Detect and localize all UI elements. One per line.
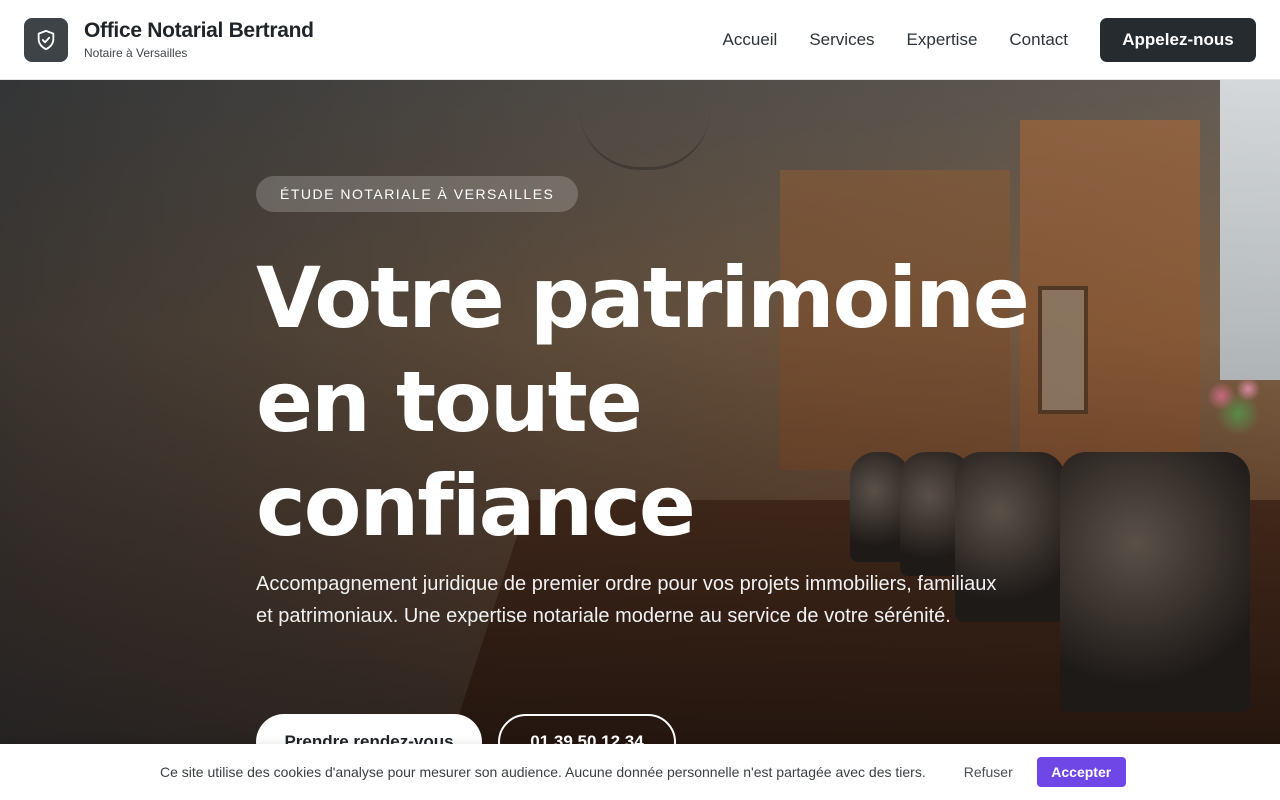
- hero-chair: [1060, 452, 1250, 712]
- shield-check-icon: [37, 29, 55, 50]
- cookie-text: Ce site utilise des cookies d'analyse po…: [160, 764, 926, 780]
- hero-flowers: [1196, 368, 1280, 438]
- nav-expertise[interactable]: Expertise: [907, 30, 978, 50]
- hero-chandelier: [580, 80, 710, 170]
- headline-line-2: en toute: [256, 353, 643, 451]
- nav-services[interactable]: Services: [809, 30, 874, 50]
- nav-accueil[interactable]: Accueil: [723, 30, 778, 50]
- site-header: Office Notarial Bertrand Notaire à Versa…: [0, 0, 1280, 80]
- hero-headline: Votre patrimoine en toute confiance: [256, 246, 1056, 558]
- accept-cookies-button[interactable]: Accepter: [1036, 757, 1126, 787]
- hero-window: [1220, 80, 1280, 380]
- headline-line-1: Votre patrimoine: [256, 249, 1030, 347]
- brand-name: Office Notarial Bertrand: [84, 19, 314, 42]
- hero-lead: Accompagnement juridique de premier ordr…: [256, 573, 997, 627]
- nav-contact[interactable]: Contact: [1009, 30, 1068, 50]
- headline-line-3: confiance: [256, 457, 696, 555]
- main-nav: Accueil Services Expertise Contact Appel…: [723, 17, 1256, 62]
- logo[interactable]: [24, 17, 68, 62]
- hero-badge: ÉTUDE NOTARIALE À VERSAILLES: [256, 176, 579, 212]
- hero-section: ÉTUDE NOTARIALE À VERSAILLES Votre patri…: [0, 80, 1280, 800]
- brand-subtitle: Notaire à Versailles: [84, 46, 188, 60]
- refuse-cookies-button[interactable]: Refuser: [964, 764, 1013, 780]
- brand: Office Notarial Bertrand Notaire à Versa…: [84, 19, 314, 60]
- cookie-banner: Ce site utilise des cookies d'analyse po…: [0, 744, 1280, 800]
- call-button[interactable]: Appelez-nous: [1100, 17, 1256, 62]
